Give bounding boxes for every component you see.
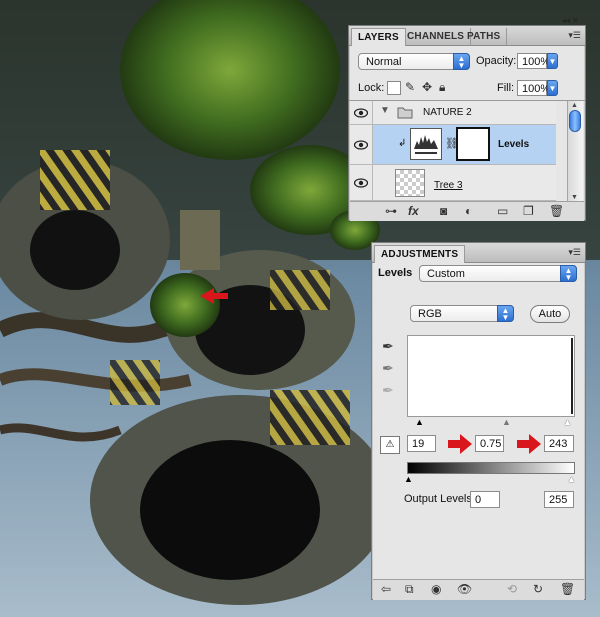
clipping-arrow-icon: ↲	[398, 138, 407, 149]
opacity-field[interactable]: 100%	[517, 53, 550, 69]
collapse-icon[interactable]: ◂◂ ✕	[562, 16, 579, 25]
expand-icon[interactable]: ⧉	[405, 582, 414, 596]
clip-icon[interactable]: ◉	[431, 582, 441, 596]
tree-layer-thumbnail[interactable]	[395, 169, 425, 197]
input-white-field[interactable]: 243	[544, 435, 574, 452]
chevron-updown-icon: ▲ ▼	[453, 53, 470, 70]
link-icon[interactable]: ⊶	[385, 204, 397, 218]
input-slider[interactable]: ▲ ▲ ▲	[407, 417, 575, 429]
eye-icon[interactable]	[354, 178, 368, 188]
layer-name: Tree 3	[434, 180, 463, 191]
adjustment-type-label: Levels	[378, 267, 413, 279]
reset-icon[interactable]: ↻	[533, 582, 543, 596]
white-eyedropper-icon[interactable]: ✒	[382, 383, 394, 397]
eye-icon[interactable]	[354, 108, 368, 118]
trash-icon[interactable]: 🗑︎	[560, 582, 575, 596]
chevron-updown-icon: ▲ ▼	[560, 265, 577, 282]
white-point-handle[interactable]: ▲	[563, 417, 572, 427]
black-eyedropper-icon[interactable]: ✒	[382, 339, 394, 353]
output-white-field[interactable]: 255	[544, 491, 574, 508]
clipping-warning-icon[interactable]: ⚠	[380, 436, 400, 454]
chevron-updown-icon: ▲ ▼	[497, 305, 514, 322]
blend-mode-select[interactable]: Normal ▲ ▼	[358, 53, 470, 70]
adjustment-icon[interactable]: ◐	[465, 204, 472, 218]
back-icon[interactable]: ⇦	[381, 582, 391, 596]
histogram-graph	[571, 338, 573, 414]
histogram	[407, 335, 575, 417]
lock-all-icon[interactable]: 🔒︎	[439, 80, 445, 94]
new-layer-icon[interactable]: ❐	[523, 204, 534, 218]
red-arrow-icon	[448, 434, 472, 454]
input-gamma-field[interactable]: 0.75	[475, 435, 504, 452]
layers-bottom-bar: ⊶ fx ◙ ◐ ▭ ❐ 🗑︎	[350, 201, 584, 221]
adjustments-panel: ADJUSTMENTS ▾☰ Levels Custom ▲ ▼ RGB ▲ ▼ A…	[371, 242, 586, 600]
auto-button[interactable]: Auto	[530, 305, 570, 323]
output-black-field[interactable]: 0	[470, 491, 500, 508]
layer-row-tree[interactable]: Tree 3	[350, 165, 556, 201]
lock-label: Lock:	[358, 82, 385, 94]
layer-mask-thumbnail[interactable]	[456, 127, 490, 161]
tab-layers[interactable]: LAYERS	[351, 28, 406, 46]
previous-state-icon[interactable]: ⟲	[507, 582, 517, 596]
disclosure-triangle-icon[interactable]: ▼	[380, 105, 390, 116]
histogram-icon	[414, 135, 438, 154]
panel-menu-icon[interactable]: ▾☰	[568, 247, 581, 258]
adjustments-tabbar: ADJUSTMENTS ▾☰	[372, 243, 585, 263]
fx-icon[interactable]: fx	[408, 204, 419, 218]
tab-paths[interactable]: PATHS	[461, 28, 508, 45]
scroll-thumb[interactable]	[569, 110, 581, 132]
panel-menu-icon[interactable]: ▾☰	[568, 30, 581, 41]
fill-label: Fill:	[497, 82, 515, 94]
gamma-handle[interactable]: ▲	[502, 417, 511, 427]
layer-name: Levels	[498, 139, 530, 150]
opacity-dropdown-icon[interactable]: ▼	[547, 53, 558, 69]
opacity-label: Opacity:	[476, 55, 517, 67]
gray-eyedropper-icon[interactable]: ✒	[382, 361, 394, 375]
black-point-handle[interactable]: ▲	[415, 417, 424, 427]
fill-dropdown-icon[interactable]: ▼	[547, 80, 558, 96]
mask-icon[interactable]: ◙	[440, 204, 447, 218]
channel-select[interactable]: RGB ▲ ▼	[410, 305, 514, 322]
layers-tabbar: LAYERS CHANNELS PATHS ▾☰	[349, 26, 585, 46]
layers-list: ▼ NATURE 2 ↲ ⛓ Levels Tree 3 ▲ ▼	[349, 100, 585, 201]
layer-row-group[interactable]: ▼ NATURE 2	[350, 101, 556, 125]
layer-name: NATURE 2	[423, 107, 472, 118]
output-gradient-bar	[407, 462, 575, 474]
output-levels-label: Output Levels:	[404, 493, 475, 505]
folder-icon	[397, 107, 413, 119]
lock-image-icon[interactable]: ✎	[405, 80, 415, 94]
trash-icon[interactable]: 🗑︎	[549, 204, 564, 218]
output-black-handle[interactable]: ▲	[404, 474, 413, 484]
adjustments-bottom-bar: ⇦ ⧉ ◉ 👁︎ ⟲ ↻ 🗑︎	[373, 579, 584, 600]
output-white-handle[interactable]: ▲	[567, 474, 576, 484]
channel-value: RGB	[418, 308, 442, 320]
scroll-down-icon[interactable]: ▼	[571, 194, 578, 201]
red-arrow-icon	[517, 434, 541, 454]
preset-select[interactable]: Custom ▲ ▼	[419, 265, 577, 282]
output-slider[interactable]: ▲ ▲	[404, 474, 576, 486]
visibility-icon[interactable]: 👁︎	[457, 582, 472, 596]
tab-adjustments[interactable]: ADJUSTMENTS	[374, 245, 466, 263]
lock-position-icon[interactable]: ✥	[422, 80, 432, 94]
group-folder-icon[interactable]: ▭	[497, 204, 508, 218]
layers-panel: ◂◂ ✕ LAYERS CHANNELS PATHS ▾☰ Normal ▲ ▼ …	[348, 16, 586, 221]
layer-row-levels[interactable]: ↲ ⛓ Levels	[350, 125, 556, 165]
preset-value: Custom	[427, 268, 465, 280]
lock-transparency-icon[interactable]	[387, 81, 401, 95]
input-black-field[interactable]: 19	[407, 435, 436, 452]
scroll-up-icon[interactable]: ▲	[571, 102, 578, 109]
levels-adjustment-thumbnail[interactable]	[410, 128, 442, 160]
layers-scrollbar[interactable]: ▲ ▼	[567, 101, 583, 201]
fill-field[interactable]: 100%	[517, 80, 550, 96]
blend-mode-value: Normal	[366, 56, 402, 68]
eye-icon[interactable]	[354, 140, 368, 150]
